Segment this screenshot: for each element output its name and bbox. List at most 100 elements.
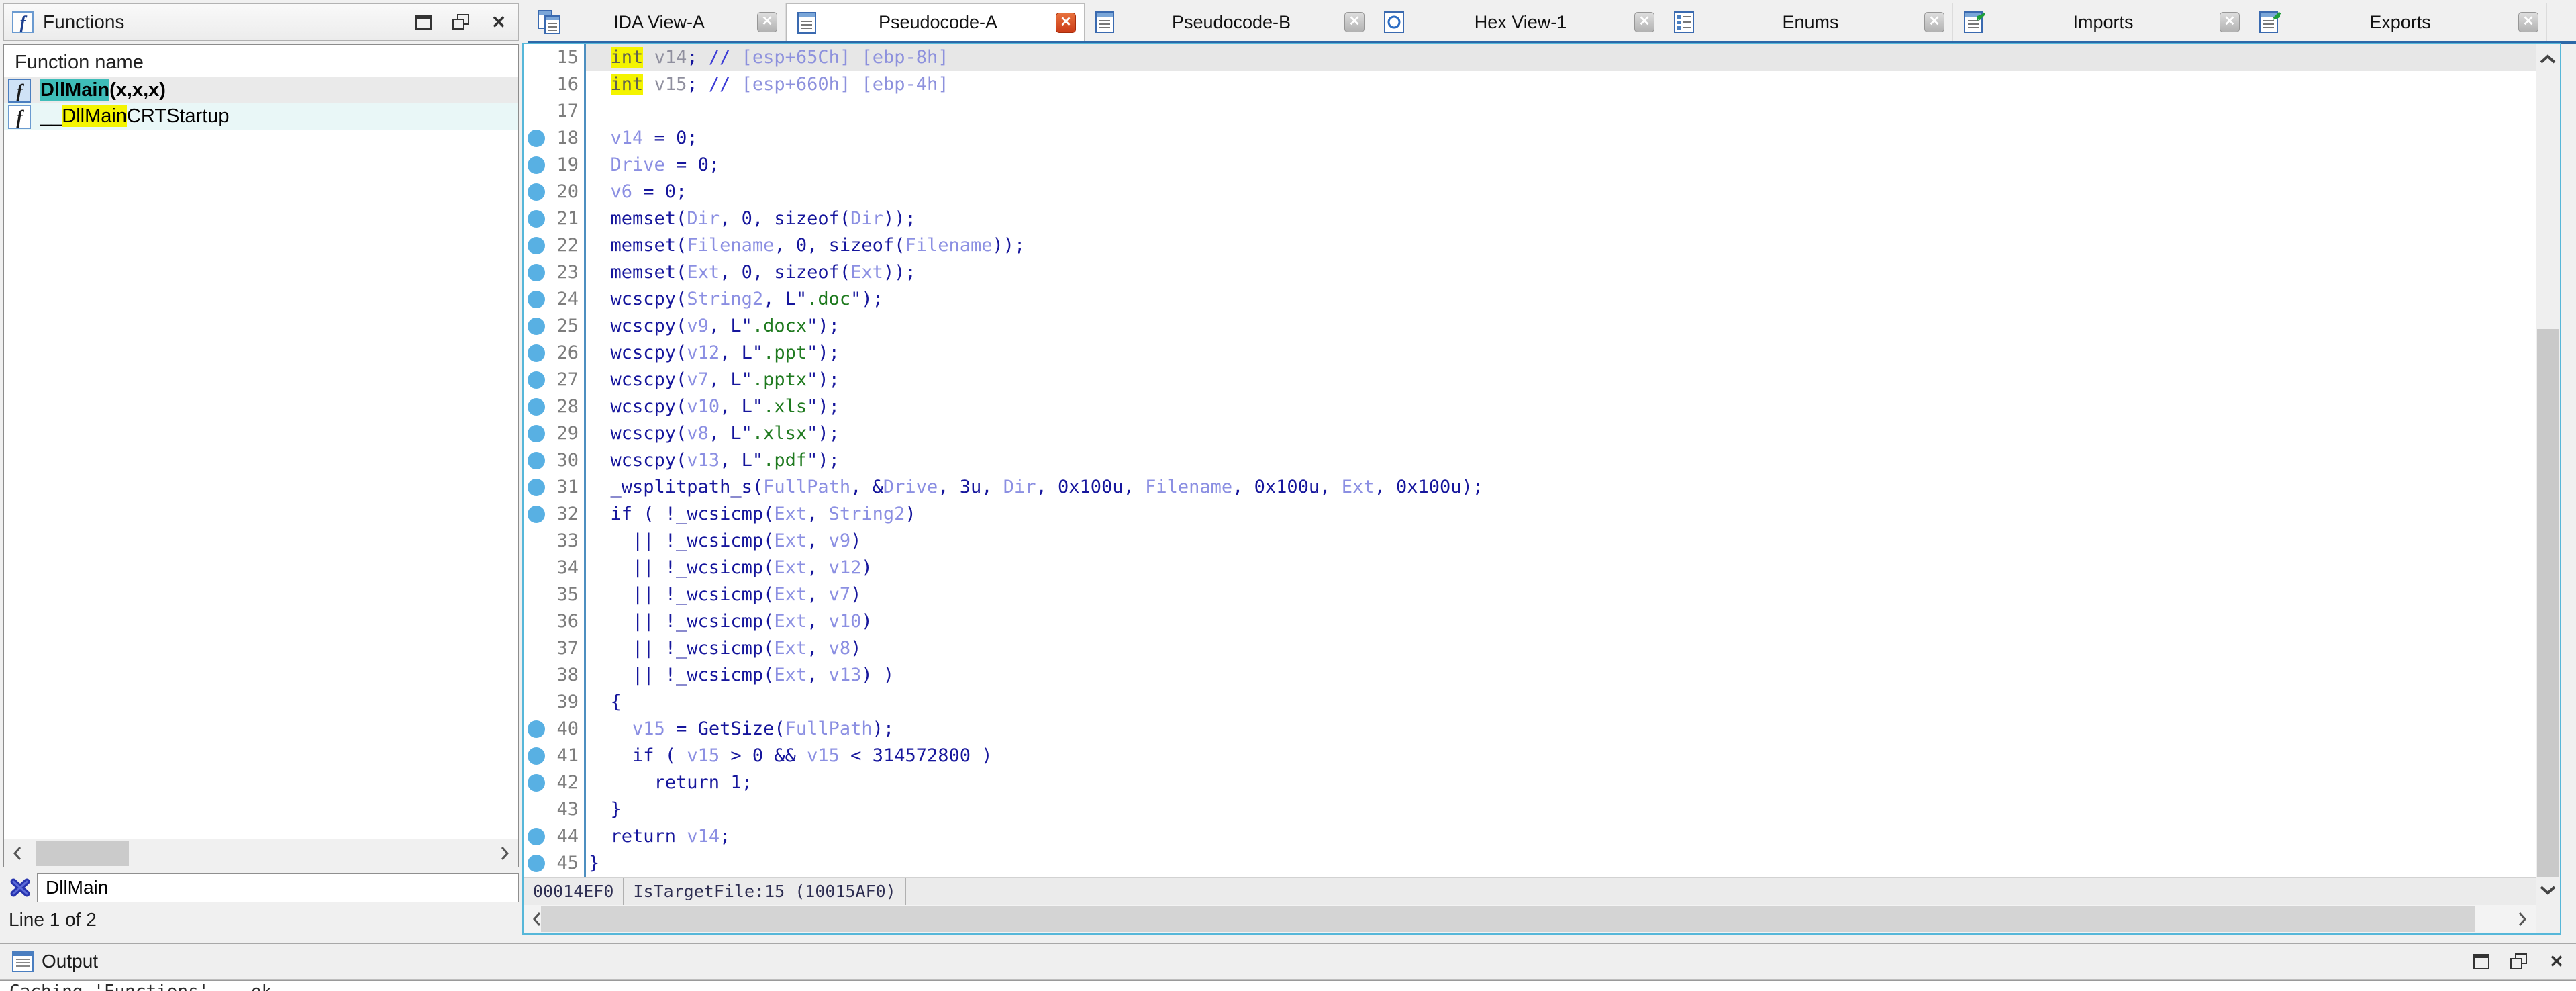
breakpoint-gutter[interactable] [524, 689, 546, 716]
code-line[interactable]: 15 int v14; // [esp+65Ch] [ebp-8h] [524, 44, 2536, 71]
code-hscrollbar[interactable] [524, 905, 2536, 933]
float-icon[interactable] [2510, 953, 2528, 970]
code-line[interactable]: 43 } [524, 796, 2536, 823]
code-line[interactable]: 20 v6 = 0; [524, 179, 2536, 205]
code-text[interactable]: wcscpy(v7, L".pptx"); [586, 367, 2536, 393]
tab-close-icon[interactable] [1634, 12, 1654, 32]
code-vscroll-thumb[interactable] [2537, 329, 2559, 877]
breakpoint-gutter[interactable] [524, 581, 546, 608]
maximize-icon[interactable] [415, 13, 432, 31]
code-line[interactable]: 34 || !_wcsicmp(Ext, v12) [524, 555, 2536, 581]
breakpoint-gutter[interactable] [524, 44, 546, 71]
breakpoint-gutter[interactable] [524, 393, 546, 420]
code-line[interactable]: 38 || !_wcsicmp(Ext, v13) ) [524, 662, 2536, 689]
code-line[interactable]: 24 wcscpy(String2, L".doc"); [524, 286, 2536, 313]
breakpoint-gutter[interactable] [524, 555, 546, 581]
output-log[interactable]: Caching 'Functions'... ok [0, 980, 2576, 991]
breakpoint-dot[interactable] [528, 156, 545, 174]
code-text[interactable]: || !_wcsicmp(Ext, v7) [586, 581, 2536, 608]
code-line[interactable]: 16 int v15; // [esp+660h] [ebp-4h] [524, 71, 2536, 98]
function-row[interactable]: f DllMain(x,x,x) [4, 77, 518, 103]
code-text[interactable]: int v14; // [esp+65Ch] [ebp-8h] [586, 44, 2536, 71]
code-text[interactable]: v6 = 0; [586, 179, 2536, 205]
breakpoint-gutter[interactable] [524, 743, 546, 769]
code-lines[interactable]: 15 int v14; // [esp+65Ch] [ebp-8h] 16 int… [524, 44, 2536, 877]
code-line[interactable]: 17 [524, 98, 2536, 125]
code-text[interactable]: Drive = 0; [586, 152, 2536, 179]
code-text[interactable]: return 1; [586, 769, 2536, 796]
code-line[interactable]: 39 { [524, 689, 2536, 716]
code-line[interactable]: 27 wcscpy(v7, L".pptx"); [524, 367, 2536, 393]
code-vscrollbar[interactable] [2536, 44, 2560, 905]
tab-close-icon[interactable] [1924, 12, 1944, 32]
code-line[interactable]: 22 memset(Filename, 0, sizeof(Filename))… [524, 232, 2536, 259]
function-row[interactable]: f __DllMainCRTStartup [4, 103, 518, 130]
function-filter-input[interactable] [37, 873, 519, 902]
breakpoint-dot[interactable] [528, 855, 545, 872]
breakpoint-gutter[interactable] [524, 716, 546, 743]
code-line[interactable]: 44 return v14; [524, 823, 2536, 850]
code-line[interactable]: 40 v15 = GetSize(FullPath); [524, 716, 2536, 743]
close-icon[interactable]: ✕ [490, 12, 507, 32]
breakpoint-gutter[interactable] [524, 286, 546, 313]
code-line[interactable]: 21 memset(Dir, 0, sizeof(Dir)); [524, 205, 2536, 232]
scroll-right-icon[interactable] [2509, 905, 2536, 933]
code-text[interactable]: _wsplitpath_s(FullPath, &Drive, 3u, Dir,… [586, 474, 2536, 501]
breakpoint-gutter[interactable] [524, 71, 546, 98]
code-text[interactable]: wcscpy(String2, L".doc"); [586, 286, 2536, 313]
code-hscroll-thumb[interactable] [541, 906, 2475, 932]
code-text[interactable]: int v15; // [esp+660h] [ebp-4h] [586, 71, 2536, 98]
code-text[interactable]: v15 = GetSize(FullPath); [586, 716, 2536, 743]
code-text[interactable]: wcscpy(v13, L".pdf"); [586, 447, 2536, 474]
code-text[interactable]: if ( v15 > 0 && v15 < 314572800 ) [586, 743, 2536, 769]
tab-close-icon[interactable] [1056, 12, 1076, 33]
breakpoint-gutter[interactable] [524, 205, 546, 232]
breakpoint-dot[interactable] [528, 237, 545, 254]
code-line[interactable]: 31 _wsplitpath_s(FullPath, &Drive, 3u, D… [524, 474, 2536, 501]
code-line[interactable]: 33 || !_wcsicmp(Ext, v9) [524, 528, 2536, 555]
breakpoint-gutter[interactable] [524, 662, 546, 689]
scroll-up-icon[interactable] [2536, 46, 2560, 73]
tab-pseudocode-a[interactable]: Pseudocode-A [786, 3, 1085, 41]
code-line[interactable]: 18 v14 = 0; [524, 125, 2536, 152]
code-text[interactable]: wcscpy(v8, L".xlsx"); [586, 420, 2536, 447]
code-line[interactable]: 28 wcscpy(v10, L".xls"); [524, 393, 2536, 420]
code-line[interactable]: 45} [524, 850, 2536, 877]
code-line[interactable]: 41 if ( v15 > 0 && v15 < 314572800 ) [524, 743, 2536, 769]
functions-column-header[interactable]: Function name [4, 45, 518, 77]
functions-hscroll-thumb[interactable] [36, 841, 129, 866]
breakpoint-gutter[interactable] [524, 232, 546, 259]
code-text[interactable]: memset(Filename, 0, sizeof(Filename)); [586, 232, 2536, 259]
breakpoint-gutter[interactable] [524, 823, 546, 850]
code-text[interactable]: || !_wcsicmp(Ext, v10) [586, 608, 2536, 635]
breakpoint-gutter[interactable] [524, 259, 546, 286]
breakpoint-dot[interactable] [528, 130, 545, 147]
breakpoint-gutter[interactable] [524, 528, 546, 555]
breakpoint-gutter[interactable] [524, 420, 546, 447]
code-text[interactable]: memset(Ext, 0, sizeof(Ext)); [586, 259, 2536, 286]
output-panel-header[interactable]: Output ✕ [0, 943, 2576, 980]
tab-exports[interactable]: Exports [2248, 3, 2547, 41]
scroll-left-icon[interactable] [4, 839, 31, 867]
breakpoint-dot[interactable] [528, 344, 545, 362]
breakpoint-gutter[interactable] [524, 179, 546, 205]
breakpoint-dot[interactable] [528, 398, 545, 416]
code-line[interactable]: 19 Drive = 0; [524, 152, 2536, 179]
code-text[interactable]: || !_wcsicmp(Ext, v8) [586, 635, 2536, 662]
breakpoint-gutter[interactable] [524, 313, 546, 340]
breakpoint-dot[interactable] [528, 720, 545, 738]
breakpoint-dot[interactable] [528, 183, 545, 201]
code-text[interactable]: || !_wcsicmp(Ext, v13) ) [586, 662, 2536, 689]
code-line[interactable]: 23 memset(Ext, 0, sizeof(Ext)); [524, 259, 2536, 286]
breakpoint-dot[interactable] [528, 479, 545, 496]
code-line[interactable]: 37 || !_wcsicmp(Ext, v8) [524, 635, 2536, 662]
breakpoint-dot[interactable] [528, 452, 545, 469]
breakpoint-dot[interactable] [528, 318, 545, 335]
breakpoint-gutter[interactable] [524, 769, 546, 796]
breakpoint-gutter[interactable] [524, 152, 546, 179]
code-text[interactable]: || !_wcsicmp(Ext, v9) [586, 528, 2536, 555]
tab-close-icon[interactable] [2220, 12, 2240, 32]
scroll-right-icon[interactable] [491, 839, 518, 867]
breakpoint-gutter[interactable] [524, 474, 546, 501]
breakpoint-dot[interactable] [528, 425, 545, 442]
